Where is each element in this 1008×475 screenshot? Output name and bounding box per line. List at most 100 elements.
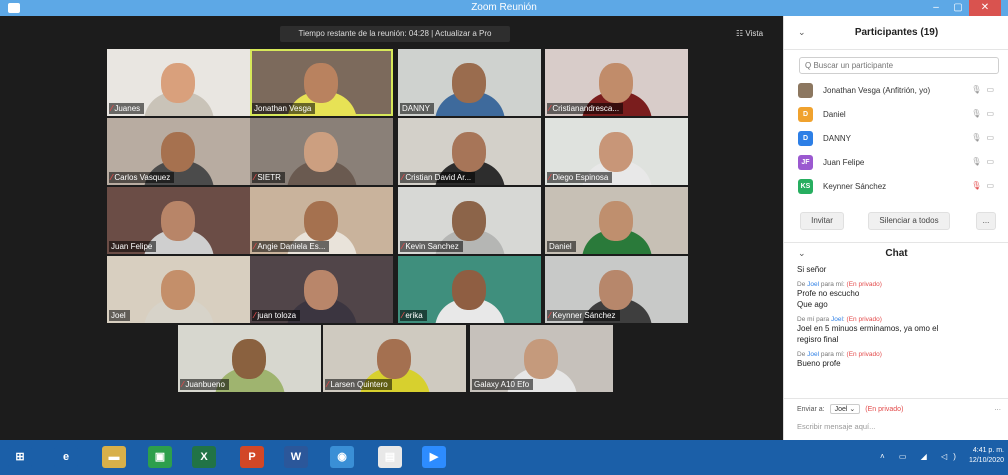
view-button[interactable]: ☷ Vista <box>736 29 763 38</box>
chat-compose: Enviar a: Joel ⌄ (En privado) ... Escrib… <box>784 398 1008 440</box>
participant-video-face <box>599 201 633 241</box>
chat-message-text: Si señor <box>797 265 827 274</box>
file-explorer-icon[interactable]: ▬ <box>102 446 126 468</box>
participant-list: Jonathan Vesga (Anfitrión, yo) 🎙▭ D Daniel 🎙… <box>784 78 1008 198</box>
muted-mic-icon: ⁄ <box>182 380 184 389</box>
send-to-row: Enviar a: Joel ⌄ (En privado) <box>797 404 903 414</box>
video-tile[interactable]: ⁄ Keynner Sánchez <box>545 256 688 323</box>
video-tile[interactable]: Daniel <box>545 187 688 254</box>
word-icon[interactable]: W <box>284 446 308 468</box>
muted-mic-icon: ⁄ <box>254 311 256 320</box>
chat-message-input[interactable]: Escribir mensaje aquí... <box>797 422 875 431</box>
participant-name-label: ⁄ SIETR <box>252 172 285 183</box>
video-tile[interactable]: ⁄ Carlos Vasquez <box>107 118 250 185</box>
video-tile[interactable]: Joel <box>107 256 250 323</box>
muted-mic-icon: ⁄ <box>549 104 551 113</box>
video-tile[interactable]: Juan Felipe <box>107 187 250 254</box>
chrome-icon[interactable]: ◉ <box>330 446 354 468</box>
video-camera-icon: ▭ <box>986 157 999 166</box>
time-remaining-banner[interactable]: Tiempo restante de la reunión: 04:28 | A… <box>280 26 510 42</box>
participant-video-face <box>599 270 633 310</box>
video-tile[interactable]: ⁄ Cristianandresca... <box>545 49 688 116</box>
participant-audio-video-icons: 🎙▭ <box>971 133 999 142</box>
participant-row[interactable]: JF Juan Felipe 🎙▭ <box>784 150 1008 174</box>
participant-name-label: ⁄ Keynner Sánchez <box>547 310 620 321</box>
participant-row[interactable]: D Daniel 🎙▭ <box>784 102 1008 126</box>
chat-message: De Joel para mí: (En privado) Profe no es… <box>797 281 1002 310</box>
chat-message: Si señor <box>797 264 1002 275</box>
mute-all-button[interactable]: Silenciar a todos <box>868 212 950 230</box>
participant-avatar: D <box>798 106 813 122</box>
powerpoint-icon[interactable]: P <box>240 446 264 468</box>
video-tile[interactable]: ⁄ SIETR <box>250 118 393 185</box>
video-tile[interactable]: ⁄ Diego Espinosa <box>545 118 688 185</box>
participant-row[interactable]: Jonathan Vesga (Anfitrión, yo) 🎙▭ <box>784 78 1008 102</box>
invite-button[interactable]: Invitar <box>800 212 844 230</box>
participant-name: Juanbueno <box>185 380 225 389</box>
participant-name: Galaxy A10 Efo <box>474 380 530 389</box>
participant-name: Cristianandresca... <box>552 104 620 113</box>
muted-mic-icon: ⁄ <box>111 173 113 182</box>
minimize-button[interactable]: – <box>925 0 947 16</box>
participant-video-face <box>161 63 195 103</box>
chat-more-button[interactable]: ... <box>994 403 1001 412</box>
close-button[interactable]: ✕ <box>969 0 1001 16</box>
participant-name-label: ⁄ Kevin Sanchez <box>400 241 463 252</box>
muted-mic-icon: ⁄ <box>549 311 551 320</box>
video-camera-icon: ▭ <box>986 85 999 94</box>
video-tile[interactable]: DANNY <box>398 49 541 116</box>
video-tile[interactable]: ⁄ Juanbueno <box>178 325 321 392</box>
participant-video-face <box>599 132 633 172</box>
store-icon[interactable]: ▣ <box>148 446 172 468</box>
video-tile[interactable]: ⁄ Cristian David Ar... <box>398 118 541 185</box>
participant-video-face <box>161 270 195 310</box>
video-tile[interactable]: ⁄ Larsen Quintero <box>323 325 466 392</box>
excel-icon[interactable]: X <box>192 446 216 468</box>
participant-row[interactable]: D DANNY 🎙▭ <box>784 126 1008 150</box>
participant-video-face <box>161 201 195 241</box>
video-tile[interactable]: Jonathan Vesga <box>250 49 393 116</box>
chat-message: De mí para Joel: (En privado) Joel en 5 m… <box>797 316 1002 345</box>
muted-mic-icon: ⁄ <box>549 173 551 182</box>
participant-search-input[interactable] <box>799 57 999 74</box>
chat-message-text: Que ago <box>797 300 828 309</box>
participant-row-name: Juan Felipe <box>823 157 865 167</box>
muted-mic-icon: ⁄ <box>111 104 113 113</box>
chat-message-text: Profe no escucho <box>797 289 860 298</box>
ie-icon[interactable]: e <box>54 446 78 468</box>
video-tile[interactable]: ⁄ Angie Daniela Es... <box>250 187 393 254</box>
start-icon[interactable]: ⊞ <box>8 446 32 468</box>
participant-row-name: DANNY <box>823 133 852 143</box>
mic-icon: 🎙 <box>971 157 987 166</box>
chat-message: De Joel para mí: (En privado) Bueno profe <box>797 351 1002 369</box>
participant-name-label: Galaxy A10 Efo <box>472 379 534 390</box>
participant-name-label: Juan Felipe <box>109 241 157 252</box>
chat-header: ⌄ Chat <box>784 242 1008 264</box>
participant-name: Larsen Quintero <box>330 380 388 389</box>
maximize-button[interactable]: ▢ <box>947 0 969 16</box>
participant-name-label: ⁄ Angie Daniela Es... <box>252 241 330 252</box>
mic-icon: 🎙 <box>971 133 987 142</box>
video-tile[interactable]: Galaxy A10 Efo <box>470 325 613 392</box>
mic-icon: 🎙 <box>971 109 987 118</box>
chat-message-meta: De mí para Joel: (En privado) <box>797 316 882 323</box>
video-tile[interactable]: ⁄ Juanes <box>107 49 250 116</box>
video-tile[interactable]: ⁄ Kevin Sanchez <box>398 187 541 254</box>
participant-video-face <box>599 63 633 103</box>
video-tile[interactable]: ⁄ erika <box>398 256 541 323</box>
participant-name: Carlos Vasquez <box>114 173 171 182</box>
video-tile[interactable]: ⁄ juan toloza <box>250 256 393 323</box>
participant-avatar: D <box>798 130 813 146</box>
files-icon[interactable]: ▤ <box>378 446 402 468</box>
send-to-select[interactable]: Joel ⌄ <box>829 404 861 414</box>
participant-audio-video-icons: 🎙▭ <box>971 181 999 190</box>
participant-row[interactable]: KS Keynner Sánchez 🎙▭ <box>784 174 1008 198</box>
participant-name: DANNY <box>402 104 431 113</box>
zoom-icon[interactable]: ▶ <box>422 446 446 468</box>
muted-mic-icon: ⁄ <box>402 242 404 251</box>
more-participant-options-button[interactable]: ... <box>976 212 996 230</box>
participant-name: Kevin Sanchez <box>405 242 459 251</box>
participant-name-label: ⁄ Juanes <box>109 103 145 114</box>
system-tray[interactable]: ˄ ▭ ◢ ◁) <box>880 452 962 461</box>
taskbar-clock[interactable]: 4:41 p. m. 12/10/2020 <box>960 446 1004 466</box>
